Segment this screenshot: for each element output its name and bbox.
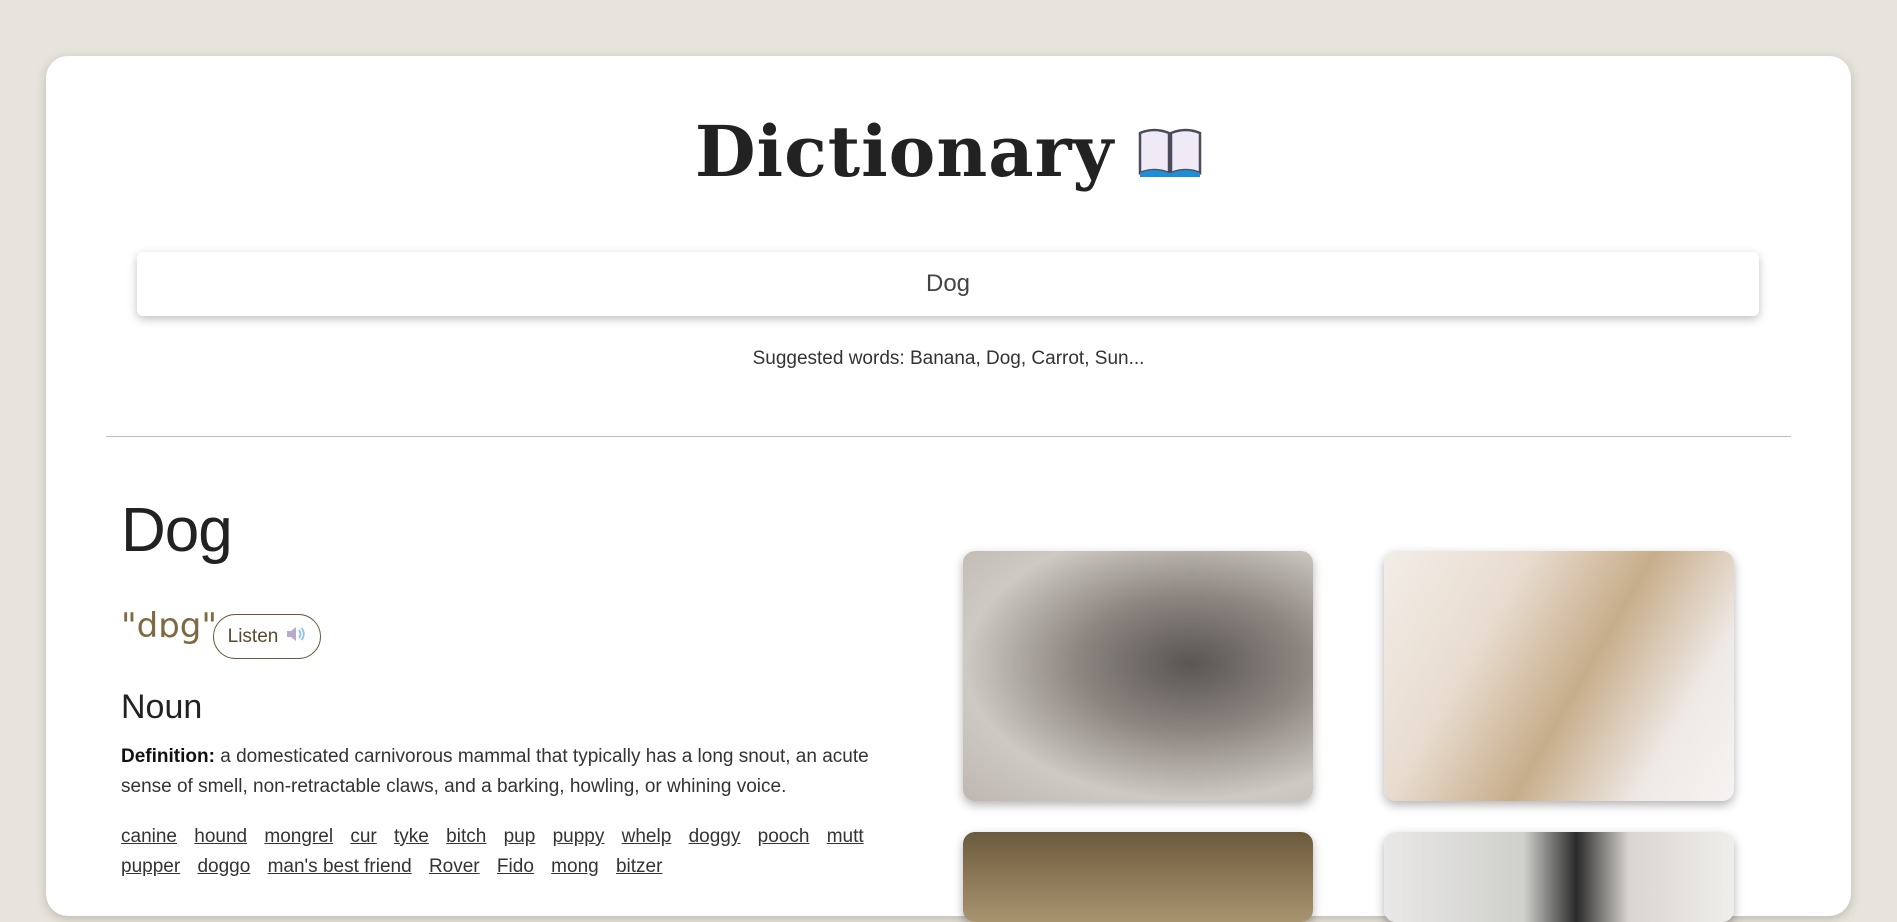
synonym-link[interactable]: whelp bbox=[622, 826, 672, 847]
synonym-link[interactable]: mong bbox=[551, 856, 599, 877]
synonym-link[interactable]: pooch bbox=[758, 826, 810, 847]
synonym-link[interactable]: Fido bbox=[497, 856, 534, 877]
suggested-words: Suggested words: Banana, Dog, Carrot, Su… bbox=[752, 348, 1145, 369]
dog-photo bbox=[963, 832, 1313, 922]
synonym-link[interactable]: pup bbox=[504, 826, 536, 847]
open-book-icon bbox=[1138, 113, 1202, 196]
synonym-link[interactable]: canine bbox=[121, 826, 177, 847]
dog-photo bbox=[963, 551, 1313, 801]
synonym-link[interactable]: doggo bbox=[197, 856, 250, 877]
synonym-link[interactable]: mutt bbox=[827, 826, 864, 847]
synonyms-list: canine hound mongrel cur tyke bitch pup … bbox=[121, 822, 921, 882]
synonym-link[interactable]: man's best friend bbox=[268, 856, 412, 877]
synonym-link[interactable]: cur bbox=[350, 826, 376, 847]
divider bbox=[106, 436, 1791, 437]
synonym-link[interactable]: puppy bbox=[553, 826, 605, 847]
dog-photo bbox=[1384, 551, 1734, 801]
entry-word: Dog bbox=[121, 496, 233, 565]
synonym-link[interactable]: Rover bbox=[429, 856, 480, 877]
definition-label: Definition: bbox=[121, 746, 215, 767]
page-title: Dictionary bbox=[0, 110, 1897, 200]
synonym-link[interactable]: mongrel bbox=[264, 826, 333, 847]
synonym-link[interactable]: doggy bbox=[689, 826, 741, 847]
title-text: Dictionary bbox=[694, 110, 1115, 193]
synonym-link[interactable]: hound bbox=[194, 826, 247, 847]
synonym-link[interactable]: bitzer bbox=[616, 856, 662, 877]
listen-button[interactable]: Listen bbox=[213, 614, 321, 659]
search-input[interactable] bbox=[137, 252, 1759, 316]
phonetic: "dɒg" bbox=[121, 606, 218, 646]
synonym-link[interactable]: tyke bbox=[394, 826, 429, 847]
definition: Definition: a domesticated carnivorous m… bbox=[121, 742, 921, 802]
synonym-link[interactable]: bitch bbox=[446, 826, 486, 847]
definition-text: a domesticated carnivorous mammal that t… bbox=[121, 746, 869, 797]
part-of-speech: Noun bbox=[121, 688, 203, 726]
synonym-link[interactable]: pupper bbox=[121, 856, 180, 877]
dog-photo bbox=[1384, 832, 1734, 922]
speaker-icon bbox=[286, 626, 306, 648]
listen-label: Listen bbox=[227, 625, 279, 647]
